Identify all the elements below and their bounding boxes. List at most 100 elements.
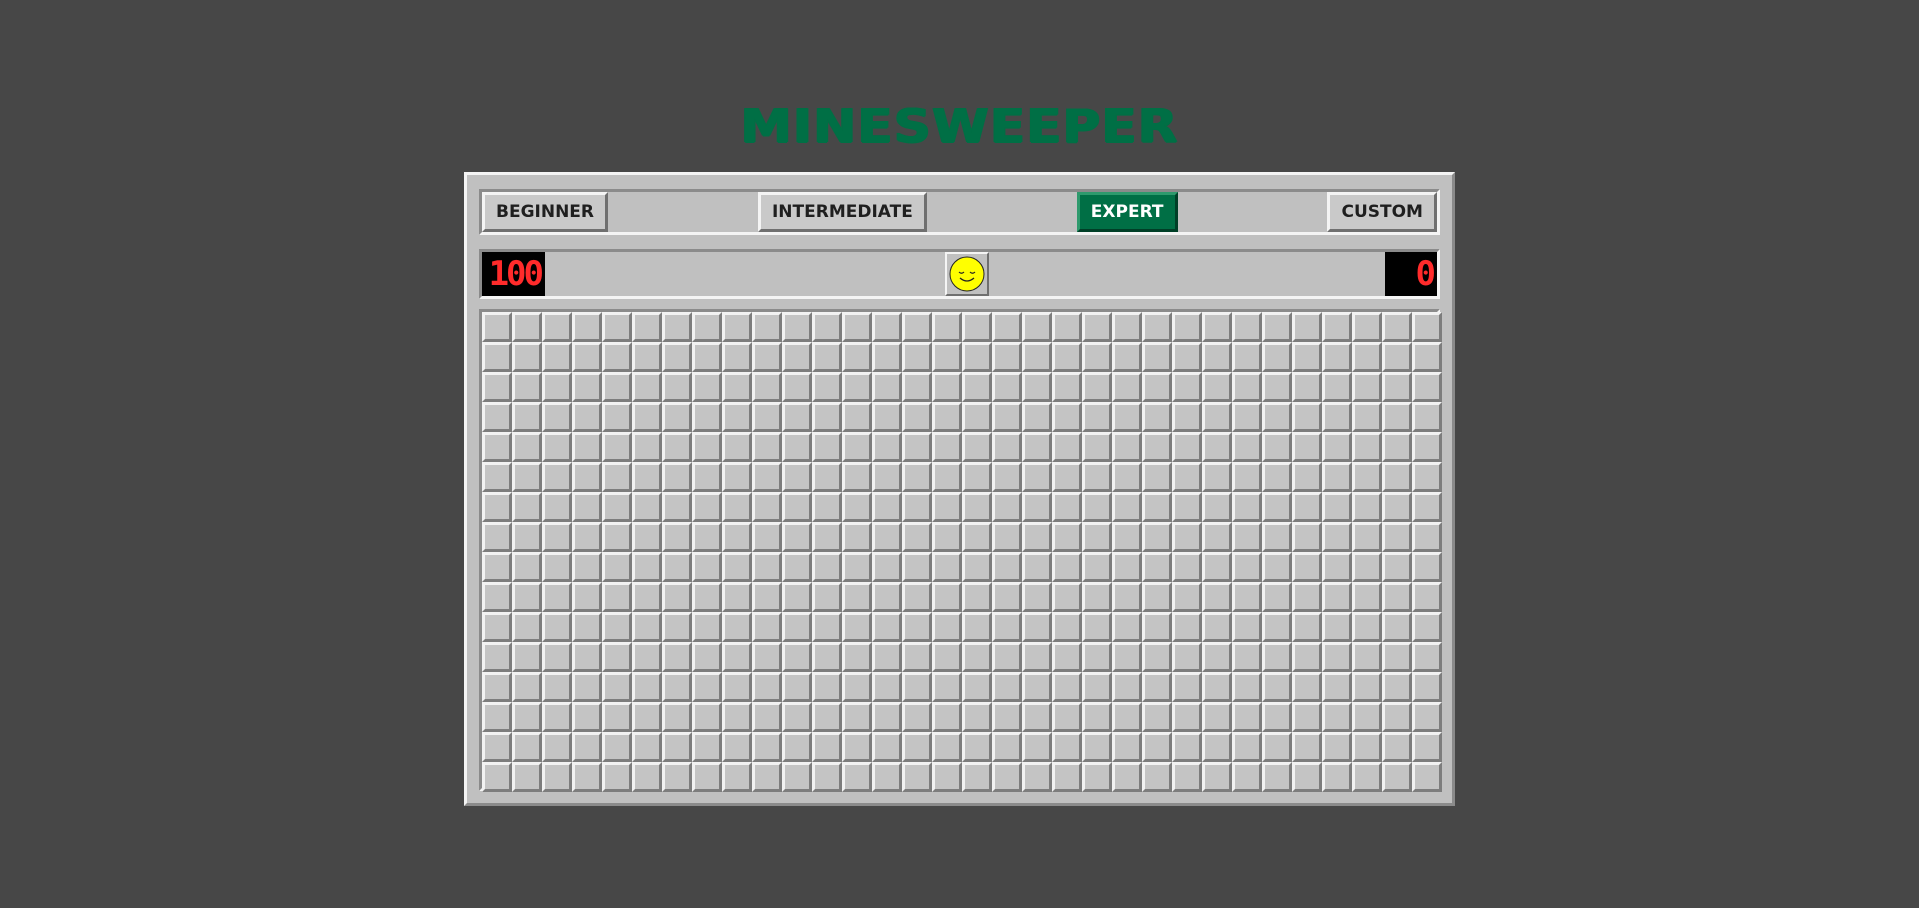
grid-cell[interactable] [752,702,782,732]
grid-cell[interactable] [1352,762,1382,792]
grid-cell[interactable] [932,612,962,642]
grid-cell[interactable] [662,672,692,702]
grid-cell[interactable] [932,552,962,582]
grid-cell[interactable] [1172,732,1202,762]
grid-cell[interactable] [1262,552,1292,582]
grid-cell[interactable] [752,492,782,522]
grid-cell[interactable] [932,402,962,432]
custom-button[interactable]: CUSTOM [1327,192,1437,232]
grid-cell[interactable] [932,642,962,672]
grid-cell[interactable] [1052,732,1082,762]
grid-cell[interactable] [1172,432,1202,462]
grid-cell[interactable] [812,612,842,642]
grid-cell[interactable] [1022,372,1052,402]
grid-cell[interactable] [962,702,992,732]
grid-cell[interactable] [962,312,992,342]
grid-cell[interactable] [782,582,812,612]
grid-cell[interactable] [782,462,812,492]
grid-cell[interactable] [812,762,842,792]
grid-cell[interactable] [1142,612,1172,642]
grid-cell[interactable] [1082,522,1112,552]
grid-cell[interactable] [542,612,572,642]
grid-cell[interactable] [1202,372,1232,402]
grid-cell[interactable] [1382,342,1412,372]
grid-cell[interactable] [1022,642,1052,672]
grid-cell[interactable] [482,342,512,372]
grid-cell[interactable] [872,432,902,462]
grid-cell[interactable] [992,402,1022,432]
grid-cell[interactable] [812,312,842,342]
grid-cell[interactable] [902,732,932,762]
grid-cell[interactable] [1112,462,1142,492]
grid-cell[interactable] [1322,402,1352,432]
grid-cell[interactable] [1202,402,1232,432]
grid-cell[interactable] [722,432,752,462]
grid-cell[interactable] [902,552,932,582]
grid-cell[interactable] [692,312,722,342]
grid-cell[interactable] [902,702,932,732]
grid-cell[interactable] [1022,552,1052,582]
grid-cell[interactable] [632,342,662,372]
grid-cell[interactable] [1052,702,1082,732]
grid-cell[interactable] [1262,492,1292,522]
grid-cell[interactable] [1262,762,1292,792]
grid-cell[interactable] [1142,522,1172,552]
grid-cell[interactable] [842,462,872,492]
grid-cell[interactable] [992,762,1022,792]
grid-cell[interactable] [1352,402,1382,432]
grid-cell[interactable] [1352,642,1382,672]
grid-cell[interactable] [842,402,872,432]
grid-cell[interactable] [1022,672,1052,702]
grid-cell[interactable] [1292,492,1322,522]
grid-cell[interactable] [1382,432,1412,462]
grid-cell[interactable] [572,342,602,372]
grid-cell[interactable] [962,552,992,582]
grid-cell[interactable] [1322,672,1352,702]
grid-cell[interactable] [1112,672,1142,702]
grid-cell[interactable] [722,462,752,492]
grid-cell[interactable] [632,672,662,702]
grid-cell[interactable] [812,372,842,402]
grid-cell[interactable] [842,582,872,612]
grid-cell[interactable] [932,462,962,492]
grid-cell[interactable] [842,702,872,732]
grid-cell[interactable] [842,762,872,792]
grid-cell[interactable] [1022,312,1052,342]
grid-cell[interactable] [602,582,632,612]
grid-cell[interactable] [1022,342,1052,372]
grid-cell[interactable] [962,402,992,432]
grid-cell[interactable] [1352,492,1382,522]
grid-cell[interactable] [992,342,1022,372]
grid-cell[interactable] [872,462,902,492]
grid-cell[interactable] [1232,732,1262,762]
grid-cell[interactable] [842,342,872,372]
grid-cell[interactable] [542,642,572,672]
grid-cell[interactable] [662,642,692,672]
grid-cell[interactable] [782,372,812,402]
grid-cell[interactable] [932,432,962,462]
grid-cell[interactable] [542,672,572,702]
grid-cell[interactable] [752,312,782,342]
grid-cell[interactable] [1262,402,1292,432]
grid-cell[interactable] [1172,342,1202,372]
grid-cell[interactable] [1352,552,1382,582]
grid-cell[interactable] [1112,312,1142,342]
grid-cell[interactable] [1202,762,1232,792]
grid-cell[interactable] [1232,522,1262,552]
grid-cell[interactable] [572,402,602,432]
grid-cell[interactable] [602,462,632,492]
grid-cell[interactable] [722,522,752,552]
grid-cell[interactable] [662,372,692,402]
grid-cell[interactable] [1172,522,1202,552]
grid-cell[interactable] [1142,582,1172,612]
grid-cell[interactable] [632,312,662,342]
grid-cell[interactable] [812,732,842,762]
grid-cell[interactable] [1382,462,1412,492]
grid-cell[interactable] [1022,612,1052,642]
grid-cell[interactable] [1142,732,1172,762]
grid-cell[interactable] [992,582,1022,612]
grid-cell[interactable] [992,522,1022,552]
grid-cell[interactable] [1382,522,1412,552]
grid-cell[interactable] [1142,372,1172,402]
grid-cell[interactable] [692,402,722,432]
